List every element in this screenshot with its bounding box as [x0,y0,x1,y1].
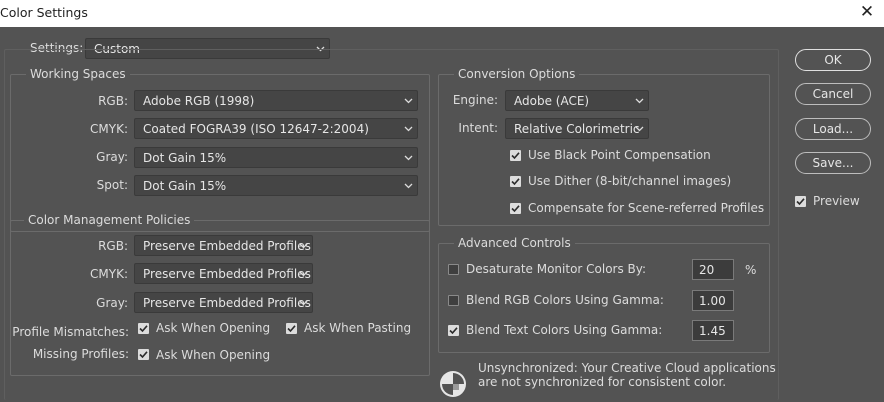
pol-rgb-value: Preserve Embedded Profiles [143,239,311,253]
color-settings-dialog: Settings: Custom Working Spaces RGB: Ado… [0,27,884,402]
working-spaces-title: Working Spaces [26,67,130,81]
mismatch-ask-pasting-checkbox[interactable] [286,323,297,334]
blend-rgb-input[interactable]: 1.00 [692,290,734,311]
missing-ask-opening-checkbox[interactable] [138,349,149,360]
chevron-down-icon [404,126,413,132]
blend-rgb-label: Blend RGB Colors Using Gamma: [466,293,664,307]
blend-text-checkbox[interactable] [448,325,459,336]
chevron-down-icon [404,155,413,161]
ws-rgb-label: RGB: [98,94,128,108]
window-title: Color Settings [0,5,88,20]
intent-select[interactable]: Relative Colorimetric [505,118,649,139]
blend-rgb-checkbox[interactable] [448,295,459,306]
checkmark-icon [511,152,520,160]
engine-value: Adobe (ACE) [514,94,590,108]
ws-cmyk-value: Coated FOGRA39 (ISO 12647-2:2004) [143,122,369,136]
checkmark-icon [287,325,296,333]
desaturate-unit: % [745,263,757,277]
mismatch-ask-opening-label: Ask When Opening [156,321,271,335]
ws-gray-label: Gray: [96,150,128,164]
chevron-down-icon [635,126,644,132]
title-bar: Color Settings ✕ [0,0,884,27]
ws-spot-value: Dot Gain 15% [143,179,227,193]
pol-gray-select[interactable]: Preserve Embedded Profiles [134,292,313,313]
pol-rgb-label: RGB: [98,239,128,253]
intent-label: Intent: [458,121,498,135]
chevron-down-icon [404,98,413,104]
missing-ask-opening-label: Ask When Opening [156,348,271,362]
ok-button[interactable]: OK [795,49,871,71]
mismatch-ask-opening-checkbox[interactable] [138,323,149,334]
checkmark-icon [511,178,520,186]
ws-rgb-select[interactable]: Adobe RGB (1998) [134,90,418,111]
ws-cmyk-label: CMYK: [90,122,128,136]
blend-text-input[interactable]: 1.45 [692,320,734,341]
preview-label: Preview [813,194,860,208]
checkmark-icon [796,198,805,206]
chevron-down-icon [299,271,308,277]
policies-title: Color Management Policies [24,213,195,227]
pol-cmyk-select[interactable]: Preserve Embedded Profiles [134,263,313,284]
checkmark-icon [139,351,148,359]
load-button[interactable]: Load... [795,118,871,140]
desaturate-input[interactable]: 20 [692,259,734,280]
pol-cmyk-label: CMYK: [90,267,128,281]
conversion-title: Conversion Options [454,67,580,81]
checkmark-icon [449,327,458,335]
engine-label: Engine: [452,93,498,107]
pol-rgb-select[interactable]: Preserve Embedded Profiles [134,235,313,256]
ws-gray-select[interactable]: Dot Gain 15% [134,147,418,168]
black-point-checkbox[interactable] [510,150,521,161]
advanced-title: Advanced Controls [454,236,575,250]
sync-message-line1: Unsynchronized: Your Creative Cloud appl… [478,361,776,375]
intent-value: Relative Colorimetric [514,122,640,136]
pol-gray-value: Preserve Embedded Profiles [143,296,311,310]
cancel-button[interactable]: Cancel [795,83,871,105]
ws-rgb-value: Adobe RGB (1998) [143,94,255,108]
mismatch-ask-pasting-label: Ask When Pasting [304,321,412,335]
chevron-down-icon [299,243,308,249]
dither-checkbox[interactable] [510,176,521,187]
chevron-down-icon [404,183,413,189]
close-icon[interactable]: ✕ [856,1,878,23]
ws-cmyk-select[interactable]: Coated FOGRA39 (ISO 12647-2:2004) [134,118,418,139]
save-button[interactable]: Save... [795,152,871,174]
desaturate-label: Desaturate Monitor Colors By: [466,262,647,276]
checkmark-icon [139,325,148,333]
preview-checkbox[interactable] [795,196,806,207]
checkmark-icon [511,205,520,213]
ws-gray-value: Dot Gain 15% [143,151,227,165]
chevron-down-icon [635,98,644,104]
dither-label: Use Dither (8-bit/channel images) [528,174,732,188]
engine-select[interactable]: Adobe (ACE) [505,90,649,111]
black-point-label: Use Black Point Compensation [528,148,711,162]
pol-cmyk-value: Preserve Embedded Profiles [143,267,311,281]
blend-text-label: Blend Text Colors Using Gamma: [466,323,663,337]
sync-message-line2: are not synchronized for consistent colo… [478,375,727,389]
desaturate-checkbox[interactable] [448,264,459,275]
pol-gray-label: Gray: [96,296,128,310]
scene-referred-label: Compensate for Scene-referred Profiles [528,201,765,215]
ws-spot-label: Spot: [96,178,128,192]
scene-referred-checkbox[interactable] [510,203,521,214]
missing-profiles-label: Missing Profiles: [32,347,129,361]
profile-mismatches-label: Profile Mismatches: [12,325,129,339]
sync-status-icon [440,371,466,397]
chevron-down-icon [299,300,308,306]
ws-spot-select[interactable]: Dot Gain 15% [134,175,418,196]
